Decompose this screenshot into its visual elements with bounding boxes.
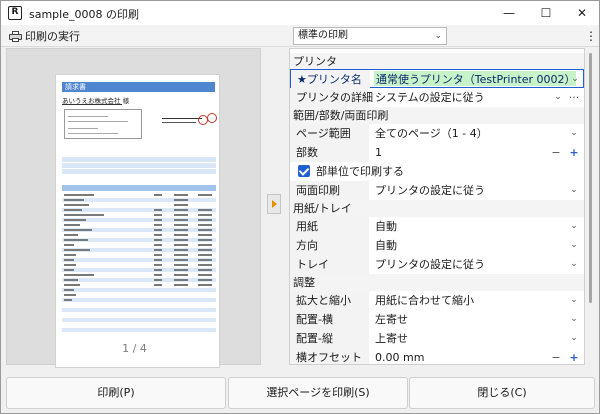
- print-preset-value: 標準の印刷: [298, 30, 348, 41]
- invoice-address-box: [64, 109, 142, 139]
- page-indicator: 1 / 4: [122, 342, 147, 355]
- h-offset-label: 横オフセット: [290, 348, 369, 364]
- h-align-row[interactable]: 配置-横 左寄せ ⌄: [290, 310, 584, 329]
- title-bar: R sample_0008 の印刷 — ☐ ✕: [1, 1, 599, 25]
- h-align-value: 左寄せ: [375, 313, 408, 326]
- close-button[interactable]: 閉じる(C): [409, 377, 595, 409]
- paper-size-label: 用紙: [290, 217, 369, 236]
- print-run-label: 印刷の実行: [25, 30, 80, 43]
- tray-value: プリンタの設定に従う: [375, 258, 485, 271]
- printer-name-label: ★プリンタ名: [291, 70, 370, 89]
- scrollbar-thumb[interactable]: [589, 53, 592, 303]
- page-range-value: 全てのページ（1 - 4）: [375, 127, 488, 140]
- v-align-row[interactable]: 配置-縦 上寄せ ⌄: [290, 329, 584, 348]
- invoice-title: 請求書: [62, 82, 215, 92]
- invoice-summary: [62, 157, 216, 179]
- printer-detail-row[interactable]: プリンタの詳細 システムの設定に従う ⌄ ···: [290, 88, 584, 107]
- duplex-row[interactable]: 両面印刷 プリンタの設定に従う ⌄: [290, 181, 584, 200]
- chevron-down-icon[interactable]: ⌄: [551, 88, 565, 107]
- duplex-label: 両面印刷: [290, 181, 369, 200]
- scale-label: 拡大と縮小: [290, 291, 369, 310]
- chevron-down-icon[interactable]: ⌄: [567, 217, 581, 236]
- print-selected-pages-button[interactable]: 選択ページを印刷(S): [228, 377, 408, 409]
- h-align-label: 配置-横: [290, 310, 369, 329]
- printer-name-value[interactable]: 通常使うプリンタ（TestPrinter 0002）: [371, 70, 584, 89]
- print-run-button[interactable]: 印刷の実行: [5, 27, 84, 45]
- printer-name-row[interactable]: ★プリンタ名 通常使うプリンタ（TestPrinter 0002） ⌄: [290, 69, 584, 89]
- chevron-down-icon[interactable]: ⌄: [567, 291, 581, 310]
- chevron-down-icon[interactable]: ⌄: [567, 181, 581, 200]
- minimize-button[interactable]: —: [491, 1, 527, 25]
- section-adjust: 調整: [290, 274, 584, 291]
- copies-row[interactable]: 部数 1 − +: [290, 143, 584, 162]
- printer-detail-label: プリンタの詳細: [290, 88, 373, 107]
- seal-stamp: [207, 113, 217, 123]
- maximize-button[interactable]: ☐: [528, 1, 564, 25]
- page-range-row[interactable]: ページ範囲 全てのページ（1 - 4） ⌄: [290, 124, 584, 143]
- print-preset-select[interactable]: 標準の印刷 ⌄: [293, 27, 447, 45]
- settings-scrollbar[interactable]: [585, 48, 596, 365]
- preview-page: 請求書 あいうえお株式会社 様: [55, 74, 220, 368]
- sender-line: [162, 118, 202, 119]
- scale-row[interactable]: 拡大と縮小 用紙に合わせて縮小 ⌄: [290, 291, 584, 310]
- collate-checkbox[interactable]: [298, 165, 310, 177]
- h-offset-row[interactable]: 横オフセット 0.00 mm − +: [290, 348, 584, 364]
- print-button[interactable]: 印刷(P): [6, 377, 226, 409]
- print-settings-panel: プリンタ ★プリンタ名 通常使うプリンタ（TestPrinter 0002） ⌄…: [289, 48, 585, 365]
- chevron-down-icon[interactable]: ⌄: [567, 124, 581, 143]
- page-range-label: ページ範囲: [290, 124, 369, 143]
- collate-label: 部単位で印刷する: [316, 165, 404, 178]
- paper-size-value: 自動: [375, 220, 397, 233]
- h-offset-decrement-button[interactable]: −: [549, 348, 563, 364]
- recipient-underline: [62, 104, 122, 105]
- copies-label: 部数: [290, 143, 369, 162]
- print-dialog-window: R sample_0008 の印刷 — ☐ ✕ 印刷の実行 標準の印刷 ⌄ ⋮ …: [0, 0, 600, 414]
- print-preview-pane[interactable]: 請求書 あいうえお株式会社 様 1 / 4: [6, 48, 261, 368]
- tray-row[interactable]: トレイ プリンタの設定に従う ⌄: [290, 255, 584, 274]
- chevron-down-icon: ⌄: [434, 31, 442, 41]
- toolbar: 印刷の実行 標準の印刷 ⌄ ⋮: [1, 25, 599, 47]
- more-options-icon[interactable]: ⋮: [585, 27, 597, 45]
- collate-row[interactable]: 部単位で印刷する: [290, 162, 584, 181]
- orientation-value: 自動: [375, 239, 397, 252]
- invoice-table-header: [62, 185, 216, 191]
- orientation-label: 方向: [290, 236, 369, 255]
- close-window-button[interactable]: ✕: [564, 1, 599, 25]
- tray-label: トレイ: [290, 255, 369, 274]
- copies-increment-button[interactable]: +: [567, 143, 581, 162]
- section-paper: 用紙/トレイ: [290, 200, 584, 217]
- chevron-right-icon: [272, 200, 277, 208]
- chevron-down-icon[interactable]: ⌄: [568, 70, 582, 89]
- window-title: sample_0008 の印刷: [29, 8, 139, 21]
- v-align-label: 配置-縦: [290, 329, 369, 348]
- copies-decrement-button[interactable]: −: [549, 143, 563, 162]
- chevron-down-icon[interactable]: ⌄: [567, 310, 581, 329]
- app-icon: R: [8, 6, 22, 20]
- duplex-value: プリンタの設定に従う: [375, 184, 485, 197]
- chevron-down-icon[interactable]: ⌄: [567, 329, 581, 348]
- expand-panel-button[interactable]: [267, 194, 281, 214]
- section-range: 範囲/部数/両面印刷: [290, 107, 584, 124]
- sender-line: [162, 122, 196, 123]
- paper-size-row[interactable]: 用紙 自動 ⌄: [290, 217, 584, 236]
- h-offset-increment-button[interactable]: +: [567, 348, 581, 364]
- chevron-down-icon[interactable]: ⌄: [567, 255, 581, 274]
- v-align-value: 上寄せ: [375, 332, 408, 345]
- scale-value: 用紙に合わせて縮小: [375, 294, 474, 307]
- section-printer: プリンタ: [290, 53, 584, 70]
- ellipsis-button[interactable]: ···: [567, 88, 581, 107]
- orientation-row[interactable]: 方向 自動 ⌄: [290, 236, 584, 255]
- printer-icon: [9, 30, 22, 42]
- chevron-down-icon[interactable]: ⌄: [567, 236, 581, 255]
